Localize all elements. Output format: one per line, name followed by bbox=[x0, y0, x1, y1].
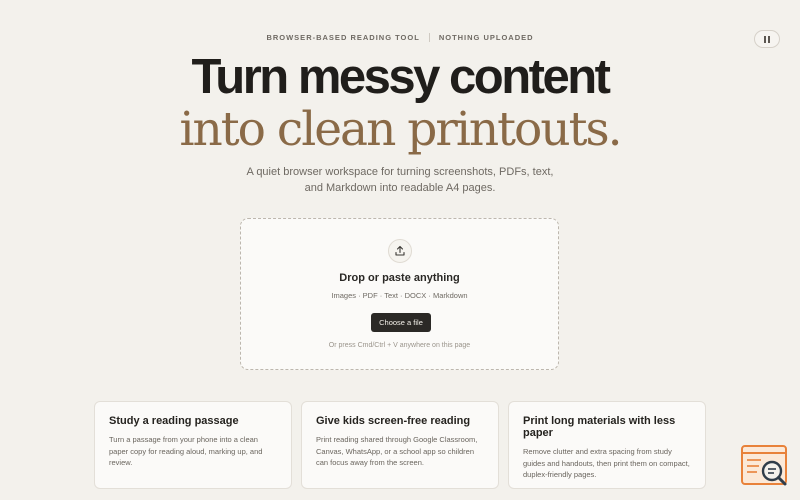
subtitle-line-1: A quiet browser workspace for turning sc… bbox=[246, 166, 554, 178]
choose-file-button[interactable]: Choose a file bbox=[371, 313, 431, 332]
dropzone-title: Drop or paste anything bbox=[339, 272, 460, 284]
upload-icon-glyph bbox=[395, 245, 405, 256]
pause-button[interactable] bbox=[754, 30, 780, 48]
document-search-icon[interactable] bbox=[741, 444, 791, 490]
feature-card-title: Study a reading passage bbox=[109, 415, 239, 427]
tagline-divider bbox=[428, 33, 430, 42]
headline-line-2: into clean printouts. bbox=[179, 102, 622, 157]
top-tagline: BROWSER-BASED READING TOOL NOTHING UPLOA… bbox=[0, 33, 800, 42]
file-dropzone[interactable]: Drop or paste anything Images · PDF · Te… bbox=[240, 218, 559, 370]
pause-icon-bar bbox=[768, 35, 770, 43]
feature-card-title: Give kids screen-free reading bbox=[316, 415, 471, 427]
headline-line-1: Turn messy content bbox=[191, 50, 611, 104]
feature-card-kids: Give kids screen-free reading Print read… bbox=[301, 401, 499, 489]
pause-icon bbox=[764, 35, 766, 43]
tagline-nothing-uploaded: NOTHING UPLOADED bbox=[438, 33, 534, 42]
subtitle-line-2: and Markdown into readable A4 pages. bbox=[304, 182, 496, 194]
hero-headline: Turn messy content into clean printouts. bbox=[0, 50, 800, 156]
feature-card-study: Study a reading passage Turn a passage f… bbox=[94, 401, 292, 489]
tagline-browser-based: BROWSER-BASED READING TOOL bbox=[266, 33, 420, 42]
dropzone-formats: Images · PDF · Text · DOCX · Markdown bbox=[331, 291, 468, 300]
feature-card-body: Remove clutter and extra spacing from st… bbox=[523, 447, 690, 479]
paste-hint: Or press Cmd/Ctrl + V anywhere on this p… bbox=[328, 342, 471, 349]
upload-icon bbox=[388, 239, 412, 263]
feature-card-long-materials: Print long materials with less paper Rem… bbox=[508, 401, 706, 489]
feature-card-title: Print long materials with less paper bbox=[523, 415, 676, 439]
feature-card-body: Turn a passage from your phone into a cl… bbox=[109, 435, 263, 467]
hero-subtitle: A quiet browser workspace for turning sc… bbox=[0, 164, 800, 196]
feature-card-body: Print reading shared through Google Clas… bbox=[316, 435, 478, 467]
